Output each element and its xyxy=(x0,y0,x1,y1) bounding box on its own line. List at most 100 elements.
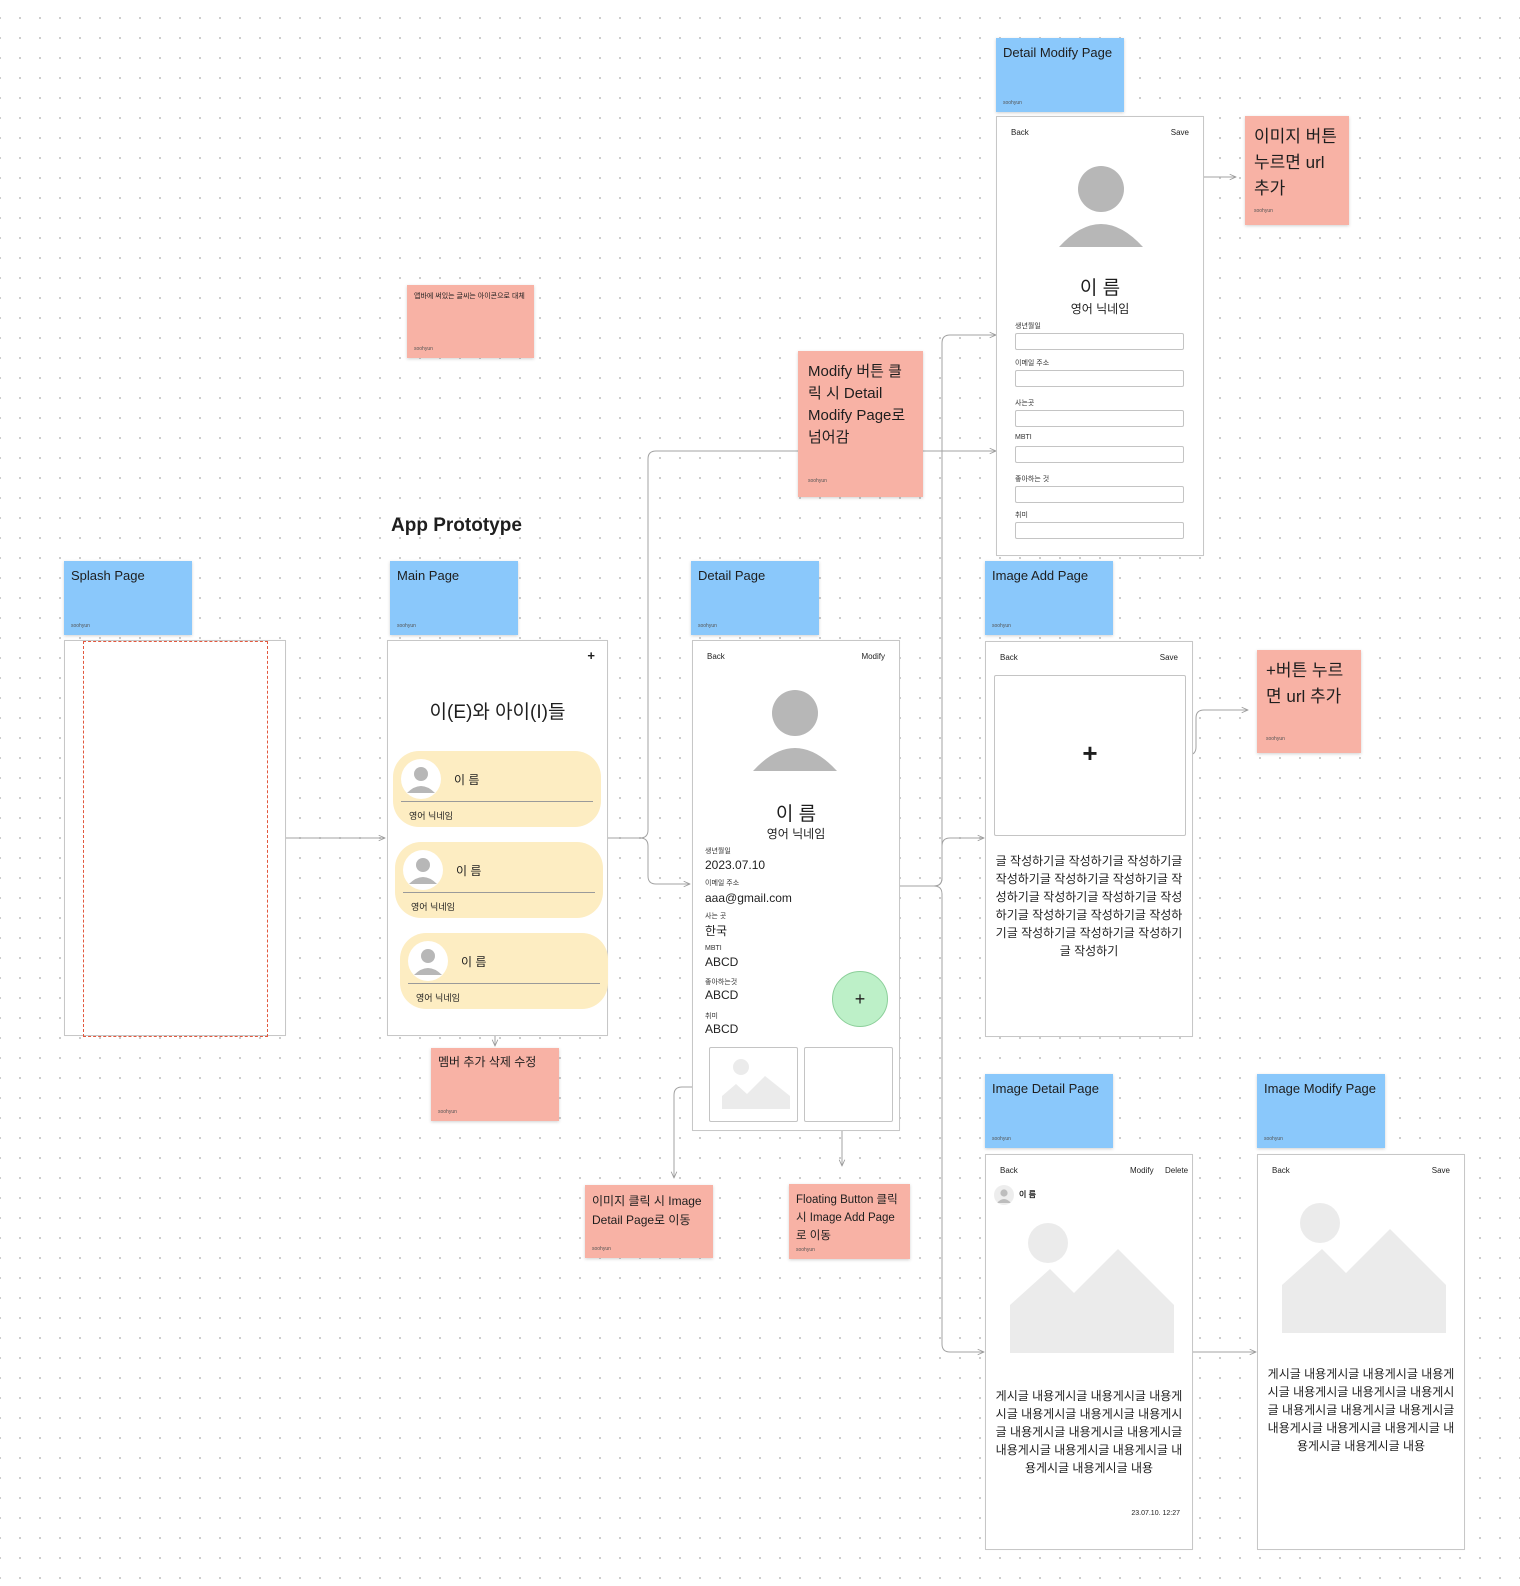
field-label-hobby: 취미 xyxy=(705,1013,718,1020)
label-image-modify-page[interactable]: Image Modify Page soohyun xyxy=(1257,1074,1385,1148)
image-placeholder-icon xyxy=(722,1059,790,1109)
avatar xyxy=(401,759,441,799)
member-card[interactable]: 이 름 영어 닉네임 xyxy=(400,933,608,1009)
profile-avatar-icon[interactable] xyxy=(1059,165,1143,249)
author-name: 이 름 xyxy=(1019,1190,1036,1199)
frame-main-page[interactable]: + 이(E)와 아이(I)들 이 름 영어 닉네임 이 름 영어 닉네임 이 름… xyxy=(387,640,608,1036)
label-main-page[interactable]: Main Page soohyun xyxy=(390,561,518,635)
divider xyxy=(403,892,595,893)
field-label-likes: 좋아하는 것 xyxy=(1015,476,1050,483)
field-label-location: 사는 곳 xyxy=(705,913,727,920)
frame-detail-page[interactable]: Back Modify 이 름 영어 닉네임 생년월일 2023.07.10 이… xyxy=(692,640,900,1131)
note-text: 이미지 클릭 시 Image Detail Page로 이동 xyxy=(592,1194,702,1227)
label-detail-page[interactable]: Detail Page soohyun xyxy=(691,561,819,635)
image-placeholder-icon[interactable] xyxy=(1010,1223,1174,1353)
field-label-hobby: 취미 xyxy=(1015,512,1028,519)
gallery-image-thumbnail[interactable] xyxy=(709,1047,798,1122)
modify-button[interactable]: Modify xyxy=(861,652,885,661)
image-placeholder-icon[interactable] xyxy=(1282,1203,1446,1333)
member-card[interactable]: 이 름 영어 닉네임 xyxy=(395,842,603,918)
app-title: 이(E)와 아이(I)들 xyxy=(429,702,566,723)
member-card[interactable]: 이 름 영어 닉네임 xyxy=(393,751,601,827)
member-name: 이 름 xyxy=(456,864,482,878)
location-input[interactable] xyxy=(1015,410,1184,427)
plus-icon[interactable]: + xyxy=(995,738,1185,769)
add-member-icon[interactable]: + xyxy=(587,648,595,663)
note-text: 앱바에 써있는 글씨는 아이콘으로 대체 xyxy=(414,293,525,300)
field-value-hobby: ABCD xyxy=(705,1022,739,1036)
connector-main-to-detail xyxy=(606,837,690,884)
back-button[interactable]: Back xyxy=(1272,1166,1290,1175)
member-nickname: 영어 닉네임 xyxy=(416,993,460,1003)
profile-nickname: 영어 닉네임 xyxy=(1070,302,1130,316)
field-value-mbti: ABCD xyxy=(705,955,739,969)
profile-name: 이 름 xyxy=(775,804,817,825)
note-modify-button[interactable]: Modify 버튼 클릭 시 Detail Modify Page로 넘어감 s… xyxy=(798,351,923,497)
label-image-detail-page[interactable]: Image Detail Page soohyun xyxy=(985,1074,1113,1148)
gallery-empty-slot[interactable] xyxy=(804,1047,893,1122)
note-text: Modify 버튼 클릭 시 Detail Modify Page로 넘어감 xyxy=(808,363,906,446)
field-label-likes: 좋아하는것 xyxy=(705,979,738,986)
post-text-area[interactable]: 글 작성하기글 작성하기글 작성하기글 작성하기글 작성하기글 작성하기글 작성… xyxy=(992,852,1186,960)
back-button[interactable]: Back xyxy=(1000,1166,1018,1175)
label-author: soohyun xyxy=(71,623,90,629)
field-label-mbti: MBTI xyxy=(705,945,722,952)
note-text: 멤버 추가 삭제 수정 xyxy=(438,1055,537,1069)
modify-button[interactable]: Modify xyxy=(1130,1166,1154,1175)
label-image-add-page[interactable]: Image Add Page soohyun xyxy=(985,561,1113,635)
note-navbar-icons[interactable]: 앱바에 써있는 글씨는 아이콘으로 대체 soohyun xyxy=(407,285,534,358)
profile-nickname: 영어 닉네임 xyxy=(766,827,826,841)
label-author: soohyun xyxy=(698,623,717,629)
frame-image-detail-page[interactable]: Back Modify Delete 이 름 게시글 내용게시글 내용게시글 내… xyxy=(985,1154,1193,1550)
board-title: App Prototype xyxy=(391,515,522,536)
field-label-mbti: MBTI xyxy=(1015,434,1032,441)
likes-input[interactable] xyxy=(1015,486,1184,503)
birthday-input[interactable] xyxy=(1015,333,1184,350)
label-title: Image Modify Page xyxy=(1264,1081,1377,1096)
label-title: Main Page xyxy=(397,568,460,583)
field-value-email: aaa@gmail.com xyxy=(705,891,792,905)
frame-image-add-page[interactable]: Back Save + 글 작성하기글 작성하기글 작성하기글 작성하기글 작성… xyxy=(985,641,1193,1037)
person-icon xyxy=(409,858,437,884)
member-name: 이 름 xyxy=(454,773,480,787)
field-value-likes: ABCD xyxy=(705,988,739,1002)
divider xyxy=(408,983,600,984)
back-button[interactable]: Back xyxy=(1000,653,1018,662)
label-title: Image Detail Page xyxy=(992,1081,1099,1096)
post-text-area[interactable]: 게시글 내용게시글 내용게시글 내용게시글 내용게시글 내용게시글 내용게시글 … xyxy=(1264,1365,1458,1455)
member-name: 이 름 xyxy=(461,955,487,969)
back-button[interactable]: Back xyxy=(1011,128,1029,137)
field-value-birthday: 2023.07.10 xyxy=(705,858,766,872)
hobby-input[interactable] xyxy=(1015,522,1184,539)
delete-button[interactable]: Delete xyxy=(1165,1166,1188,1175)
floating-add-button[interactable]: + xyxy=(832,971,888,1027)
frame-detail-modify-page[interactable]: Back Save 이 름 영어 닉네임 생년월일 이메일 주소 사는곳 MBT… xyxy=(996,116,1204,556)
field-label-birthday: 생년월일 xyxy=(705,848,731,855)
note-author: soohyun xyxy=(1254,208,1273,214)
save-button[interactable]: Save xyxy=(1432,1166,1450,1175)
note-plus-button-url[interactable]: +버튼 누르면 url 추가 soohyun xyxy=(1257,650,1361,753)
image-upload-box[interactable]: + xyxy=(994,675,1186,836)
member-nickname: 영어 닉네임 xyxy=(409,811,453,821)
splash-placeholder xyxy=(83,641,268,1037)
profile-avatar-icon xyxy=(753,690,837,771)
back-button[interactable]: Back xyxy=(707,652,725,661)
save-button[interactable]: Save xyxy=(1160,653,1178,662)
label-author: soohyun xyxy=(1003,100,1022,106)
field-value-location: 한국 xyxy=(705,924,728,938)
frame-splash-page[interactable] xyxy=(64,640,286,1037)
mbti-input[interactable] xyxy=(1015,446,1184,463)
author-avatar xyxy=(994,1185,1014,1205)
label-splash-page[interactable]: Splash Page soohyun xyxy=(64,561,192,635)
note-fab-click[interactable]: Floating Button 클릭 시 Image Add Page로 이동 … xyxy=(789,1184,910,1259)
email-input[interactable] xyxy=(1015,370,1184,387)
label-detail-modify-page[interactable]: Detail Modify Page soohyun xyxy=(996,38,1124,112)
post-content: 게시글 내용게시글 내용게시글 내용게시글 내용게시글 내용게시글 내용게시글 … xyxy=(995,1389,1183,1475)
person-icon xyxy=(414,949,442,975)
note-member-crud[interactable]: 멤버 추가 삭제 수정 soohyun xyxy=(431,1048,559,1121)
save-button[interactable]: Save xyxy=(1171,128,1189,137)
field-label-email: 이메일 주소 xyxy=(705,880,740,887)
frame-image-modify-page[interactable]: Back Save 게시글 내용게시글 내용게시글 내용게시글 내용게시글 내용… xyxy=(1257,1154,1465,1550)
note-image-button-url[interactable]: 이미지 버튼 누르면 url 추가 soohyun xyxy=(1245,116,1349,225)
note-image-click[interactable]: 이미지 클릭 시 Image Detail Page로 이동 soohyun xyxy=(585,1185,713,1258)
